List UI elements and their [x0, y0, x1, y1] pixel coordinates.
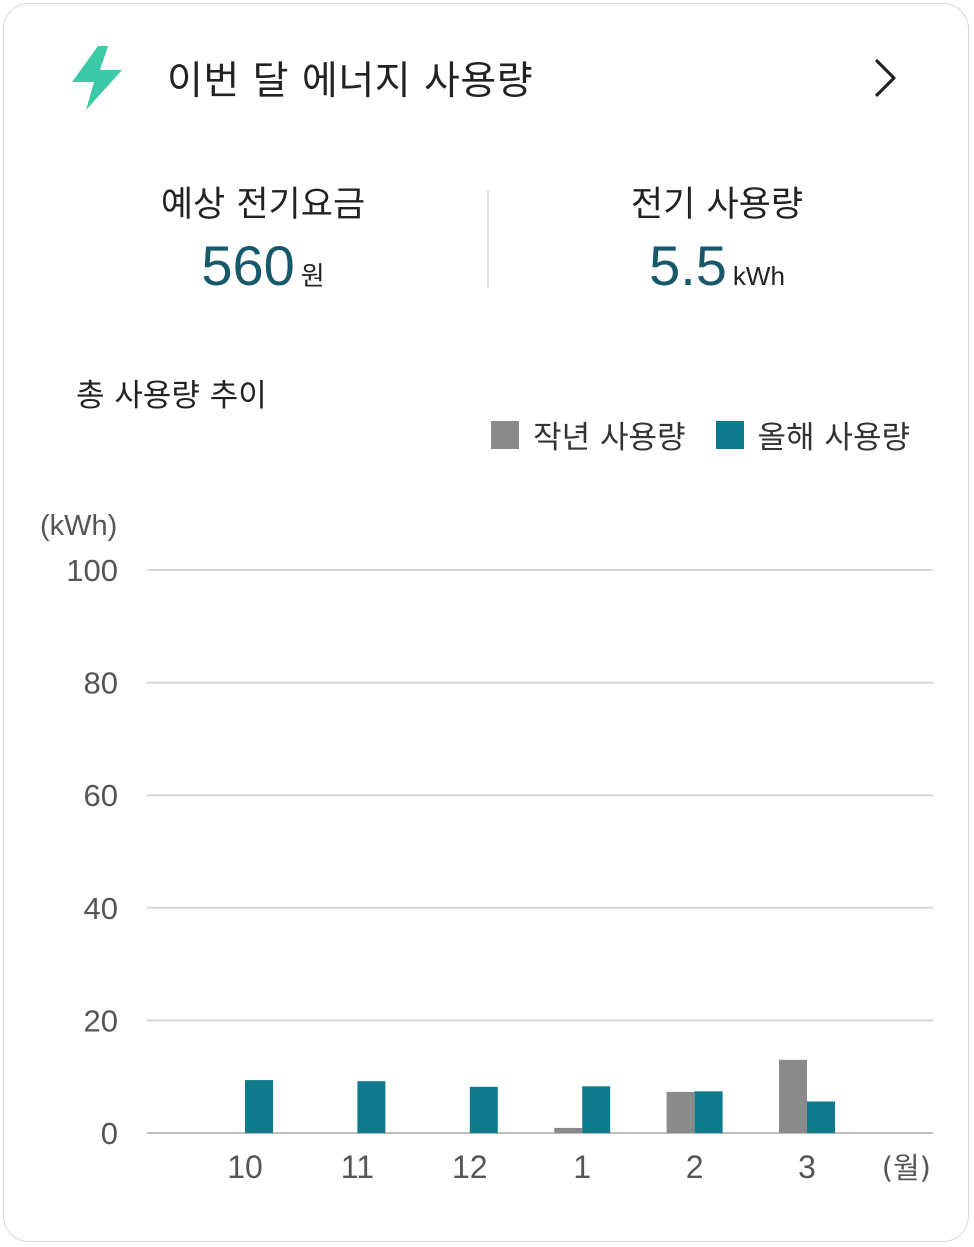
- y-tick-label: 100: [66, 553, 118, 588]
- x-tick-label: 11: [341, 1149, 374, 1185]
- bar-this-year: [582, 1086, 611, 1133]
- bar-last-year: [666, 1091, 695, 1133]
- bar-last-year: [779, 1059, 807, 1133]
- bar-this-year: [357, 1081, 386, 1133]
- x-tick-label: 1: [573, 1149, 591, 1185]
- y-tick-label: 20: [84, 1003, 118, 1038]
- bar-this-year: [807, 1101, 835, 1133]
- bar-last-year: [554, 1127, 583, 1133]
- energy-usage-card: 이번 달 에너지 사용량 예상 전기요금 560 원 전기 사용량 5.5 kWh …: [3, 3, 969, 1242]
- usage-trend-chart: (kWh)02040608010010 11 12 1 2 3 (월): [40, 510, 933, 1185]
- bar-this-year: [245, 1080, 273, 1133]
- y-tick-label: 80: [84, 666, 118, 701]
- x-tick-label: 12: [452, 1149, 488, 1185]
- x-tick-label: 10: [227, 1149, 263, 1185]
- y-tick-label: 0: [101, 1116, 118, 1151]
- bar-this-year: [694, 1091, 723, 1133]
- y-tick-label: 60: [84, 778, 118, 813]
- x-tick-label: 3: [798, 1149, 816, 1185]
- y-tick-label: 40: [84, 891, 118, 926]
- x-axis-unit-label: (월): [882, 1151, 931, 1185]
- x-tick-label: 2: [686, 1149, 704, 1185]
- y-axis-unit-label: (kWh): [40, 510, 117, 542]
- bar-this-year: [469, 1086, 498, 1133]
